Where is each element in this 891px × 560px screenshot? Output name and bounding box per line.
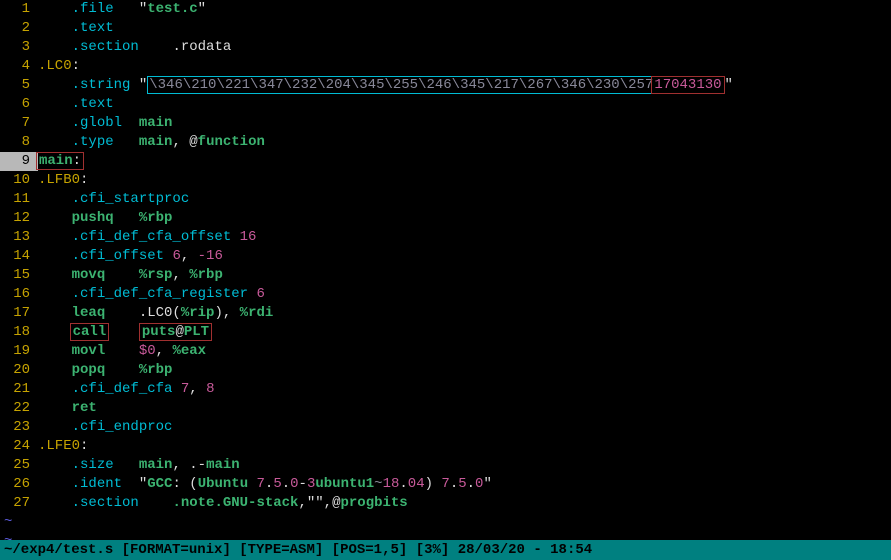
code-line: 1 .file "test.c" <box>0 0 891 19</box>
code-editor[interactable]: 1 .file "test.c"2 .text3 .section .rodat… <box>0 0 891 560</box>
code-content: .cfi_def_cfa_offset 16 <box>38 228 891 247</box>
code-content: .ident "GCC: (Ubuntu 7.5.0-3ubuntu1~18.0… <box>38 475 891 494</box>
line-number: 20 <box>0 361 38 380</box>
code-content: call puts@PLT <box>38 323 891 342</box>
code-content: pushq %rbp <box>38 209 891 228</box>
code-line: 7 .globl main <box>0 114 891 133</box>
status-bar: ~/exp4/test.s [FORMAT=unix] [TYPE=ASM] [… <box>0 540 891 560</box>
code-lines: 1 .file "test.c"2 .text3 .section .rodat… <box>0 0 891 513</box>
line-number: 21 <box>0 380 38 399</box>
line-number: 7 <box>0 114 38 133</box>
line-number: 9 <box>0 152 38 171</box>
code-content: .string "\346\210\221\347\232\204\345\25… <box>38 76 891 95</box>
tilde-marker: ~ <box>0 513 12 532</box>
code-line: 27 .section .note.GNU-stack,"",@progbits <box>0 494 891 513</box>
status-pos: [POS=1,5] <box>332 542 408 558</box>
code-line: 18 call puts@PLT <box>0 323 891 342</box>
code-content: .size main, .-main <box>38 456 891 475</box>
code-content: .type main, @function <box>38 133 891 152</box>
code-line: 24.LFE0: <box>0 437 891 456</box>
line-number: 24 <box>0 437 38 456</box>
code-line: 6 .text <box>0 95 891 114</box>
code-line: 9main: <box>0 152 891 171</box>
code-content: popq %rbp <box>38 361 891 380</box>
code-content: .cfi_endproc <box>38 418 891 437</box>
code-line: 23 .cfi_endproc <box>0 418 891 437</box>
status-percent: [3%] <box>416 542 450 558</box>
code-content: main: <box>38 152 891 171</box>
line-number: 26 <box>0 475 38 494</box>
status-sep: - <box>533 542 550 558</box>
code-content: .section .note.GNU-stack,"",@progbits <box>38 494 891 513</box>
code-line: 17 leaq .LC0(%rip), %rdi <box>0 304 891 323</box>
code-content: .cfi_def_cfa 7, 8 <box>38 380 891 399</box>
code-line: 25 .size main, .-main <box>0 456 891 475</box>
code-line: 5 .string "\346\210\221\347\232\204\345\… <box>0 76 891 95</box>
line-number: 23 <box>0 418 38 437</box>
line-number: 19 <box>0 342 38 361</box>
code-line: 11 .cfi_startproc <box>0 190 891 209</box>
code-content: .cfi_startproc <box>38 190 891 209</box>
line-number: 17 <box>0 304 38 323</box>
code-content: .LC0: <box>38 57 891 76</box>
code-content: .file "test.c" <box>38 0 891 19</box>
code-content: .text <box>38 95 891 114</box>
code-content: leaq .LC0(%rip), %rdi <box>38 304 891 323</box>
code-content: .section .rodata <box>38 38 891 57</box>
code-line: 22 ret <box>0 399 891 418</box>
line-number: 3 <box>0 38 38 57</box>
line-number: 12 <box>0 209 38 228</box>
code-line: 8 .type main, @function <box>0 133 891 152</box>
code-line: 21 .cfi_def_cfa 7, 8 <box>0 380 891 399</box>
line-number: 16 <box>0 285 38 304</box>
code-content: .LFE0: <box>38 437 891 456</box>
line-number: 13 <box>0 228 38 247</box>
code-line: 26 .ident "GCC: (Ubuntu 7.5.0-3ubuntu1~1… <box>0 475 891 494</box>
code-content: movq %rsp, %rbp <box>38 266 891 285</box>
code-content: .cfi_offset 6, -16 <box>38 247 891 266</box>
code-line: 12 pushq %rbp <box>0 209 891 228</box>
status-date: 28/03/20 <box>458 542 525 558</box>
line-number: 11 <box>0 190 38 209</box>
status-format: [FORMAT=unix] <box>122 542 231 558</box>
code-line: 20 popq %rbp <box>0 361 891 380</box>
line-number: 27 <box>0 494 38 513</box>
code-content: .text <box>38 19 891 38</box>
code-content: .globl main <box>38 114 891 133</box>
line-number: 6 <box>0 95 38 114</box>
code-line: 19 movl $0, %eax <box>0 342 891 361</box>
line-number: 1 <box>0 0 38 19</box>
status-path: ~/exp4/test.s <box>4 542 113 558</box>
status-type: [TYPE=ASM] <box>239 542 323 558</box>
line-number: 5 <box>0 76 38 95</box>
line-number: 14 <box>0 247 38 266</box>
line-number: 4 <box>0 57 38 76</box>
code-line: 4.LC0: <box>0 57 891 76</box>
line-number: 8 <box>0 133 38 152</box>
code-line: 3 .section .rodata <box>0 38 891 57</box>
code-content: .LFB0: <box>38 171 891 190</box>
code-content: .cfi_def_cfa_register 6 <box>38 285 891 304</box>
line-number: 25 <box>0 456 38 475</box>
status-time: 18:54 <box>550 542 592 558</box>
line-number: 18 <box>0 323 38 342</box>
code-line: 10.LFB0: <box>0 171 891 190</box>
code-line: 13 .cfi_def_cfa_offset 16 <box>0 228 891 247</box>
code-line: 15 movq %rsp, %rbp <box>0 266 891 285</box>
code-line: 14 .cfi_offset 6, -16 <box>0 247 891 266</box>
line-number: 10 <box>0 171 38 190</box>
line-number: 15 <box>0 266 38 285</box>
line-number: 2 <box>0 19 38 38</box>
code-content: ret <box>38 399 891 418</box>
code-line: 16 .cfi_def_cfa_register 6 <box>0 285 891 304</box>
line-number: 22 <box>0 399 38 418</box>
code-content: movl $0, %eax <box>38 342 891 361</box>
code-line: 2 .text <box>0 19 891 38</box>
